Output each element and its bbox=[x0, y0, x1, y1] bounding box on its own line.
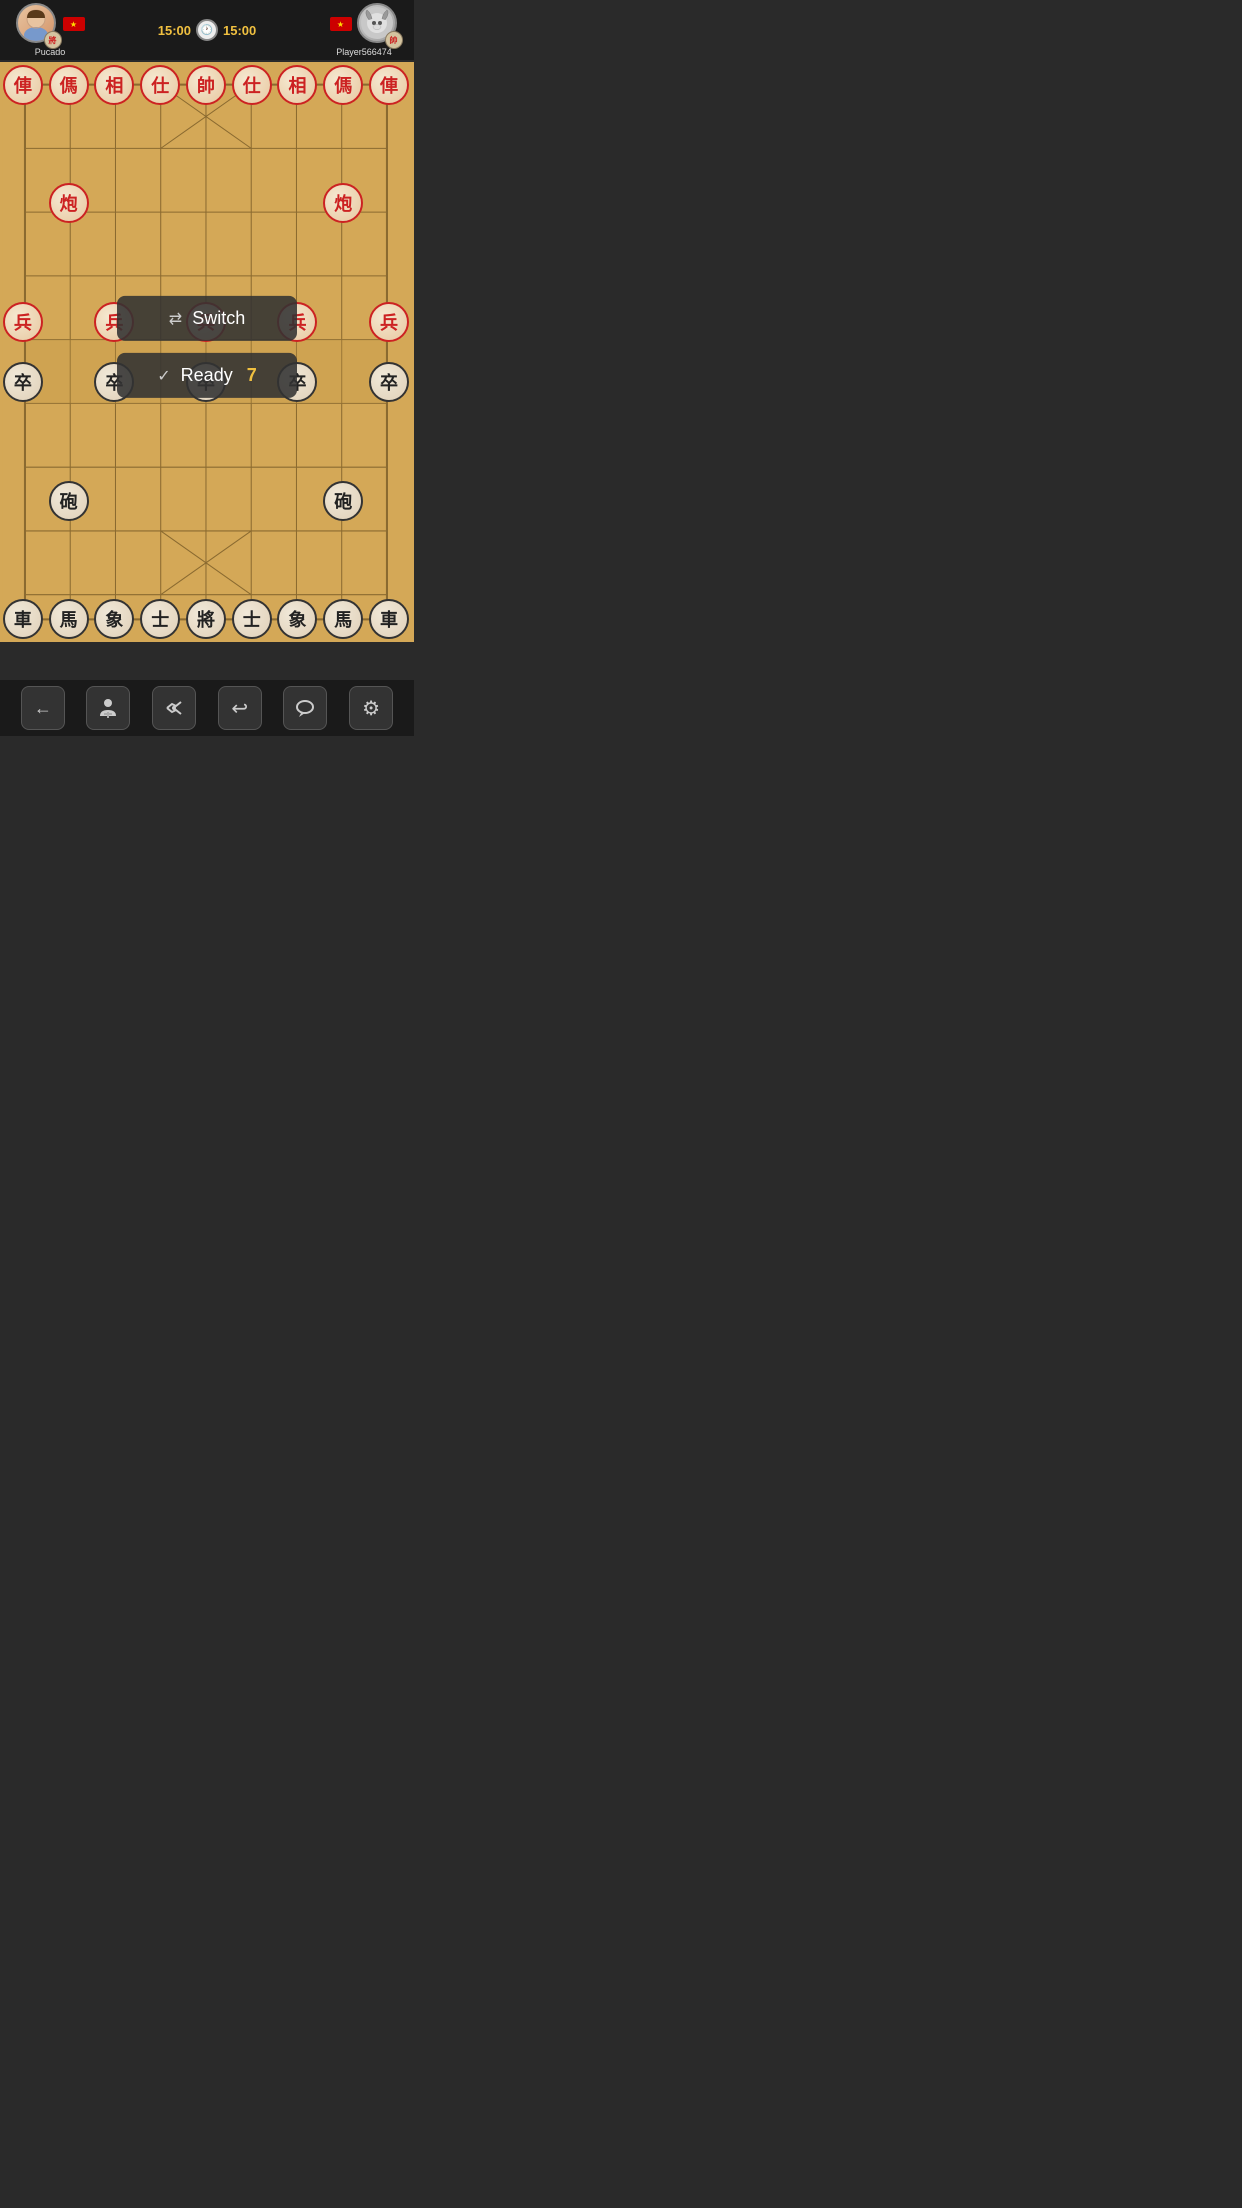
chess-piece[interactable]: 車 bbox=[369, 599, 409, 639]
chess-piece[interactable]: 仕 bbox=[140, 65, 180, 105]
timer-right: 15:00 bbox=[223, 23, 256, 38]
settings-button[interactable]: ⚙ bbox=[349, 686, 393, 730]
overlay-buttons: ⇄ Switch ✓ Ready 7 bbox=[117, 296, 297, 398]
piece-badge-right: 帥 bbox=[385, 31, 403, 49]
player-icon-button[interactable] bbox=[86, 686, 130, 730]
chess-piece[interactable]: 兵 bbox=[369, 302, 409, 342]
undo-button[interactable]: ↩ bbox=[218, 686, 262, 730]
checkmark-icon: ✓ bbox=[157, 365, 170, 385]
chess-piece[interactable]: 俥 bbox=[369, 65, 409, 105]
chess-piece[interactable]: 車 bbox=[3, 599, 43, 639]
chess-piece[interactable]: 俥 bbox=[3, 65, 43, 105]
chess-piece[interactable]: 相 bbox=[94, 65, 134, 105]
chess-piece[interactable]: 卒 bbox=[3, 362, 43, 402]
chess-piece[interactable]: 炮 bbox=[49, 183, 89, 223]
switch-label: Switch bbox=[192, 308, 245, 329]
player-left: 將 ★ Pucado bbox=[10, 3, 90, 57]
back-button[interactable]: ← bbox=[21, 686, 65, 730]
undo-icon: ↩ bbox=[231, 696, 248, 721]
switch-button[interactable]: ⇄ Switch bbox=[117, 296, 297, 341]
avatar-right: 帥 bbox=[357, 3, 399, 45]
clock-icon: 🕐 bbox=[196, 19, 218, 41]
ready-countdown: 7 bbox=[247, 365, 257, 386]
gear-icon: ⚙ bbox=[362, 696, 380, 721]
chess-piece[interactable]: 馬 bbox=[49, 599, 89, 639]
game-header: 將 ★ Pucado 15:00 🕐 15:00 ★ 帥 bbox=[0, 0, 414, 60]
piece-badge-left: 將 bbox=[44, 31, 62, 49]
chat-button[interactable] bbox=[283, 686, 327, 730]
chess-piece[interactable]: 卒 bbox=[369, 362, 409, 402]
person-icon bbox=[96, 696, 120, 720]
player-right: ★ 帥 bbox=[324, 3, 404, 57]
handshake-icon bbox=[162, 696, 186, 720]
ready-label: Ready bbox=[181, 365, 233, 386]
chess-piece[interactable]: 炮 bbox=[323, 183, 363, 223]
timer-area: 15:00 🕐 15:00 bbox=[158, 19, 257, 41]
chess-piece[interactable]: 仕 bbox=[232, 65, 272, 105]
switch-icon: ⇄ bbox=[169, 308, 182, 328]
chat-icon bbox=[293, 696, 317, 720]
chess-piece[interactable]: 象 bbox=[277, 599, 317, 639]
ready-button[interactable]: ✓ Ready 7 bbox=[117, 353, 297, 398]
handshake-button[interactable] bbox=[152, 686, 196, 730]
avatar-left: 將 bbox=[16, 3, 58, 45]
chess-piece[interactable]: 馬 bbox=[323, 599, 363, 639]
chess-piece[interactable]: 傌 bbox=[323, 65, 363, 105]
timer-left: 15:00 bbox=[158, 23, 191, 38]
chess-piece[interactable]: 象 bbox=[94, 599, 134, 639]
chess-piece[interactable]: 砲 bbox=[49, 481, 89, 521]
bottom-toolbar: ← ↩ ⚙ bbox=[0, 680, 414, 736]
game-board: 俥傌相仕帥仕相傌俥炮炮兵兵兵兵兵車馬象士將士象馬車砲砲卒卒卒卒卒 ⇄ Switc… bbox=[0, 62, 414, 642]
chess-piece[interactable]: 帥 bbox=[186, 65, 226, 105]
chess-piece[interactable]: 將 bbox=[186, 599, 226, 639]
player-right-name: Player566474 bbox=[336, 47, 392, 57]
chess-piece[interactable]: 士 bbox=[140, 599, 180, 639]
back-icon: ← bbox=[34, 698, 52, 719]
chess-piece[interactable]: 砲 bbox=[323, 481, 363, 521]
chess-piece[interactable]: 士 bbox=[232, 599, 272, 639]
chess-piece[interactable]: 傌 bbox=[49, 65, 89, 105]
chess-piece[interactable]: 相 bbox=[277, 65, 317, 105]
chess-piece[interactable]: 兵 bbox=[3, 302, 43, 342]
